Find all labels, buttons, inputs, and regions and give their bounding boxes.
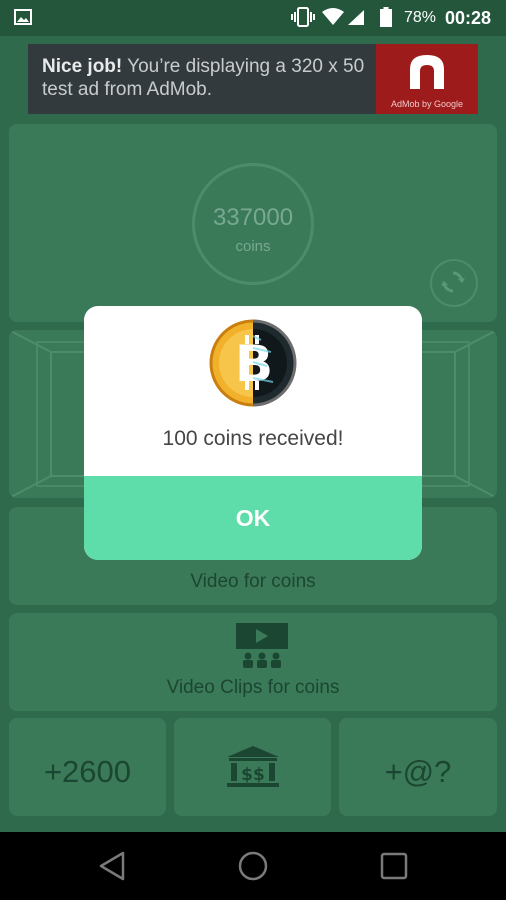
status-bar: 78% 00:28 bbox=[0, 0, 506, 36]
invite-button[interactable]: +@? bbox=[339, 718, 497, 816]
refresh-icon bbox=[441, 271, 465, 293]
video-clips-label: Video Clips for coins bbox=[166, 677, 340, 698]
ad-banner[interactable]: Nice job! You’re displaying a 320 x 50 t… bbox=[28, 44, 478, 114]
signal-icon bbox=[348, 10, 364, 25]
video-for-coins-label: Video for coins bbox=[190, 571, 316, 592]
gallery-icon bbox=[14, 9, 32, 25]
battery-icon bbox=[380, 7, 392, 27]
invite-label: +@? bbox=[384, 754, 452, 789]
wifi-icon bbox=[322, 8, 344, 25]
clock: 00:28 bbox=[445, 8, 492, 28]
coin-unit: coins bbox=[235, 238, 271, 255]
dialog-message: 100 coins received! bbox=[162, 427, 344, 450]
coin-balance: 337000 bbox=[212, 204, 294, 231]
recents-icon[interactable] bbox=[378, 850, 410, 882]
bitcoin-icon: B bbox=[209, 319, 297, 407]
bonus-coins-button[interactable]: +2600 bbox=[9, 718, 166, 816]
svg-text:$$: $$ bbox=[241, 765, 265, 785]
refresh-button[interactable] bbox=[430, 259, 478, 307]
ad-brand: AdMob by Google bbox=[390, 99, 464, 109]
battery-percent: 78% bbox=[404, 9, 437, 26]
coin-counter: 337000 coins bbox=[192, 163, 314, 285]
balance-panel: 337000 coins bbox=[9, 124, 497, 322]
back-icon[interactable] bbox=[97, 850, 129, 882]
ad-text: Nice job! You’re displaying a 320 x 50 t… bbox=[42, 55, 382, 101]
video-icon bbox=[236, 623, 288, 668]
ad-headline: Nice job! bbox=[42, 56, 123, 77]
svg-text:B: B bbox=[235, 335, 273, 393]
vibrate-icon bbox=[291, 7, 315, 27]
navigation-bar bbox=[0, 832, 506, 900]
bank-icon: $$ bbox=[227, 746, 279, 787]
home-icon[interactable] bbox=[237, 850, 269, 882]
ok-button[interactable]: OK bbox=[84, 476, 422, 560]
admob-logo: AdMob by Google bbox=[376, 44, 478, 114]
bonus-coins-label: +2600 bbox=[43, 754, 132, 789]
admob-icon bbox=[410, 55, 444, 89]
video-clips-button[interactable]: Video Clips for coins bbox=[9, 613, 497, 711]
reward-dialog: B 100 coins received! OK bbox=[84, 306, 422, 560]
bank-button[interactable]: $$ bbox=[174, 718, 331, 816]
